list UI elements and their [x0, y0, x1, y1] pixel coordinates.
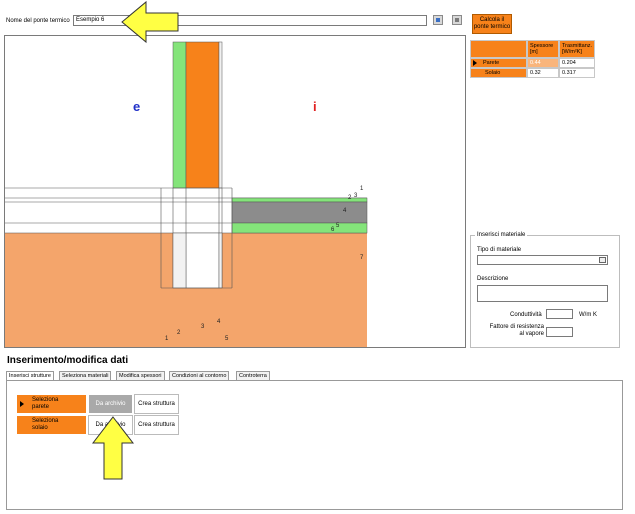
section-title: Inserimento/modifica dati	[7, 355, 129, 366]
material-panel: Inserisci materiale Tipo di materiale De…	[470, 232, 620, 348]
thermal-bridge-drawing	[5, 41, 368, 347]
material-type-select[interactable]	[477, 255, 608, 265]
layer-number: 3	[354, 193, 358, 199]
layer-number: 6	[331, 227, 335, 233]
select-wall-label: Seleziona parete	[32, 397, 59, 410]
description-field[interactable]	[477, 285, 608, 302]
foundation-insulation	[172, 232, 187, 289]
select-wall-button[interactable]: Seleziona parete	[16, 394, 87, 414]
highlight-arrow-icon	[121, 0, 179, 44]
layer-number: 4	[217, 319, 221, 325]
layer-number: 2	[177, 330, 181, 336]
highlight-arrow-icon	[91, 416, 135, 480]
wall-inner-layer	[218, 41, 223, 189]
select-floor-label: Seleziona solaio	[32, 418, 59, 431]
settings-icon	[455, 18, 459, 22]
wall-from-archive-button[interactable]: Da archivio	[88, 394, 133, 414]
layer-number: 3	[201, 324, 205, 330]
tab-edit-thickness[interactable]: Modifica spessori	[116, 371, 165, 380]
refresh-button[interactable]	[433, 15, 443, 25]
material-panel-title: Inserisci materiale	[475, 232, 528, 238]
layer-number: 1	[360, 186, 364, 192]
select-floor-button[interactable]: Seleziona solaio	[16, 415, 87, 435]
foundation-core	[185, 232, 220, 289]
row-label: Solaio	[485, 70, 501, 76]
floor-create-structure-button[interactable]: Crea struttura	[134, 415, 179, 435]
floor-top-layer	[231, 197, 368, 203]
material-type-label: Tipo di materiale	[477, 247, 522, 253]
tab-insert-structures[interactable]: Inserisci strutture	[6, 371, 54, 380]
row-selector-icon	[473, 60, 477, 66]
table-corner	[470, 40, 527, 58]
layer-number: 4	[343, 208, 347, 214]
wall-thickness-cell[interactable]: 0.44	[527, 58, 559, 68]
layer-number: 2	[348, 195, 352, 201]
tab-select-materials[interactable]: Seleziona materiali	[59, 371, 112, 380]
table-row-wall[interactable]: Parete	[470, 58, 527, 68]
table-header-transmittance: Trasmittanz. [W/m²K]	[559, 40, 595, 58]
wall-insulation-layer	[172, 41, 187, 189]
conductivity-unit: W/m K	[579, 312, 597, 318]
wall-transmittance-cell[interactable]: 0.204	[559, 58, 595, 68]
wall-create-structure-button[interactable]: Crea struttura	[134, 394, 179, 414]
drawing-canvas[interactable]: e i 1 2 3 4 5 6 7 1 2 3 4 5	[4, 35, 466, 348]
calc-bridge-button[interactable]: Calcola il ponte termico	[472, 14, 512, 34]
conductivity-label: Conduttività	[510, 312, 542, 318]
floor-thickness-cell[interactable]: 0.32	[527, 68, 559, 78]
chevron-down-icon[interactable]	[599, 257, 606, 263]
floor-insulation	[231, 222, 368, 234]
tab-ground[interactable]: Controterra	[236, 371, 270, 380]
description-label: Descrizione	[477, 276, 509, 282]
table-row-floor[interactable]: Solaio	[470, 68, 527, 78]
foundation-inner	[218, 232, 223, 289]
layer-number: 1	[165, 336, 169, 342]
table-header-thickness: Spessore [m]	[527, 40, 559, 58]
vapor-label-line1: Fattore di resistenza	[489, 324, 544, 330]
exterior-label: e	[133, 99, 141, 114]
wall-core-layer	[185, 41, 220, 189]
floor-slab	[231, 201, 368, 224]
row-selector-icon	[20, 401, 24, 407]
layer-number: 5	[336, 223, 340, 229]
vapor-label: Fattore di resistenza al vapore	[489, 324, 544, 338]
bridge-name-label: Nome del ponte termico	[6, 18, 70, 24]
layer-number: 7	[360, 255, 364, 261]
layer-number: 5	[225, 336, 229, 342]
vapor-resistance-input[interactable]	[546, 327, 573, 337]
refresh-icon	[436, 18, 440, 22]
settings-button[interactable]	[452, 15, 462, 25]
vapor-label-line2: al vapore	[519, 331, 544, 337]
summary-table: Spessore [m] Trasmittanz. [W/m²K] Parete…	[470, 40, 622, 84]
floor-transmittance-cell[interactable]: 0.317	[559, 68, 595, 78]
tab-boundary-conditions[interactable]: Condizioni al contorno	[169, 371, 230, 380]
interior-label: i	[313, 99, 317, 114]
row-label: Parete	[483, 60, 500, 66]
conductivity-input[interactable]	[546, 309, 573, 319]
